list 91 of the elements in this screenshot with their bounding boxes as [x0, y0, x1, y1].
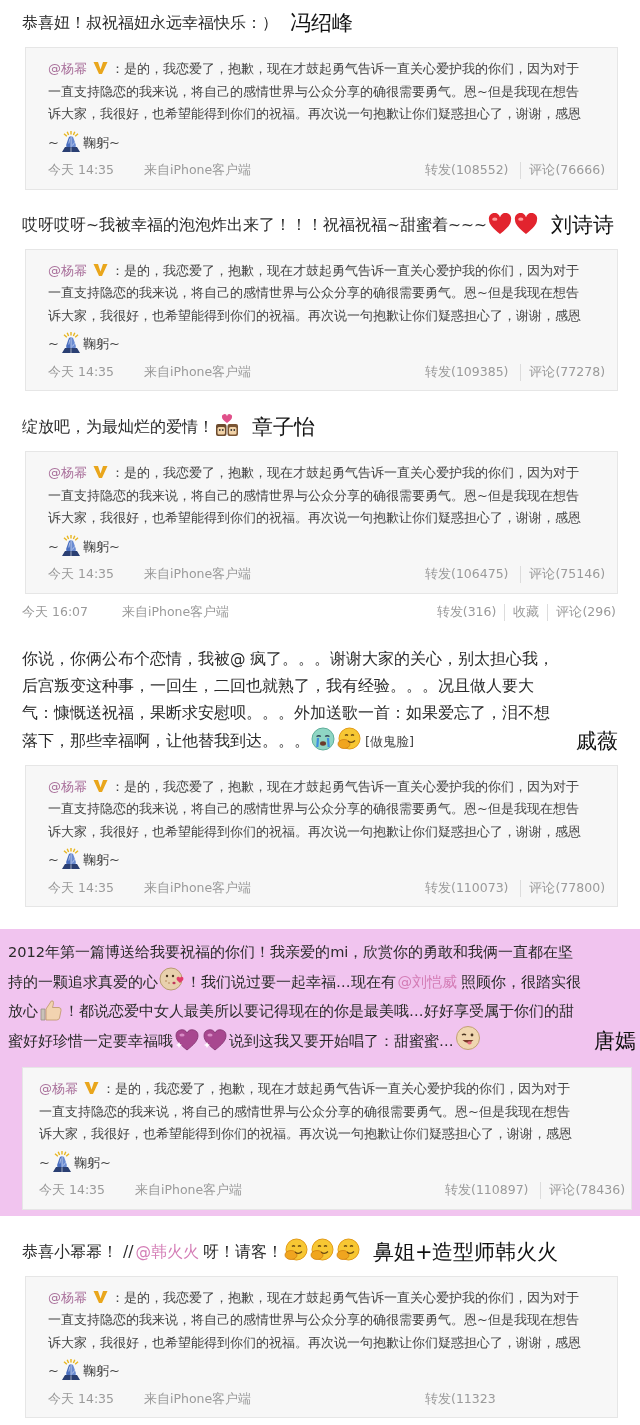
crying-face-icon [311, 726, 335, 751]
post-time: 今天 14:35 [48, 566, 114, 583]
mention-link[interactable]: @韩火火 [135, 1242, 199, 1261]
repost-text: ~ [48, 537, 59, 556]
repost-text: 鞠躬~ [73, 1153, 111, 1172]
post-time: 今天 14:35 [48, 879, 114, 897]
mention-link[interactable]: @刘恺威 [397, 973, 458, 990]
author-link[interactable]: @杨幂 [39, 1081, 78, 1096]
action-link[interactable]: 转发(11323 [425, 1390, 496, 1408]
heart-icon [487, 212, 512, 235]
repost-text: @杨幂 ：是的，我恋爱了，抱歉，现在才鼓起勇气告诉一直关心爱护我的你们，因为对于一直支持隐恋的我来说，将自己的感情世界与公众分享的确很需要勇气。恩~但是我现在想告诉大家，我很好，也希望能得到你们的祝福。再次说一句抱歉让你们疑惑担心了，谢谢，感恩 [48, 261, 582, 325]
action-link[interactable]: 转发(108552) [425, 162, 509, 179]
celebrity-name: 章子怡 [252, 414, 315, 441]
repost-text: @杨幂 ：是的，我恋爱了，抱歉，现在才鼓起勇气告诉一直关心爱护我的你们，因为对于一直支持隐恋的我来说，将自己的感情世界与公众分享的确很需要勇气。恩~但是我现在想告诉大家，我很好，也希望能得到你们的祝福。再次说一句抱歉让你们疑惑担心了，谢谢，感恩 [39, 1080, 573, 1143]
post-time: 今天 16:07 [22, 604, 88, 621]
action-link[interactable]: 评论(75146) [520, 566, 605, 583]
verified-badge-icon [93, 61, 108, 75]
celebrity-name: 刘诗诗 [550, 211, 614, 239]
action-link[interactable]: 收藏 [504, 604, 540, 621]
verified-badge-icon [93, 1289, 108, 1304]
author-link[interactable]: @杨幂 [48, 61, 87, 76]
giggling-face-icon [309, 1237, 334, 1262]
post-time: 今天 14:35 [48, 1390, 114, 1408]
verified-badge-icon [93, 262, 108, 277]
heart-icon [513, 212, 538, 235]
repost-text: ~ [48, 851, 59, 869]
celebrity-name: 戚薇 [576, 727, 618, 755]
author-link[interactable]: @杨幂 [48, 262, 87, 278]
author-link[interactable]: @杨幂 [48, 778, 87, 794]
action-link[interactable]: 转发(109385) [425, 363, 509, 381]
comment-text: 2012年第一篇博送给我要祝福的你们！我亲爱的mi，欣赏你的勇敢和我俩一直都在坚持的一颗追求真爱的心 ！我们说过要一起幸福…现在有@刘恺威 照顾你，很踏实很放心 ！都说恋爱中女人最美所以要记得现在的你是最美哦…好好享受属于你们的甜蜜好好珍惜一定要幸福哦 说到这我又要开始唱了：甜蜜蜜… [8, 942, 583, 1053]
post-time: 今天 14:35 [39, 1182, 105, 1199]
post-source: 来自iPhone客户端 [135, 1182, 243, 1199]
repost-text: 鞠躬~ [82, 335, 120, 353]
repost-text: @杨幂 ：是的，我恋爱了，抱歉，现在才鼓起勇气告诉一直关心爱护我的你们，因为对于一直支持隐恋的我来说，将自己的感情世界与公众分享的确很需要勇气。恩~但是我现在想告诉大家，我很好，也希望能得到你们的祝福。再次说一句抱歉让你们疑惑担心了，谢谢，感恩 [48, 777, 582, 841]
praying-hands-icon [59, 332, 82, 353]
thumbs-up-icon [39, 999, 63, 1021]
verified-badge-icon [84, 1081, 99, 1095]
winking-face-icon [454, 1025, 481, 1051]
verified-badge-icon [93, 778, 108, 793]
post-source: 来自iPhone客户端 [144, 1390, 252, 1408]
post-source: 来自iPhone客户端 [144, 363, 252, 381]
post-time: 今天 14:35 [48, 162, 114, 179]
action-link[interactable]: 评论(76666) [520, 162, 605, 179]
post-time: 今天 14:35 [48, 363, 114, 381]
praying-hands-icon [59, 130, 82, 152]
action-link[interactable]: 评论(77800) [520, 879, 605, 897]
praying-hands-icon [59, 1359, 82, 1380]
repost-text: 鞠躬~ [82, 133, 120, 152]
celebrity-name: 冯绍峰 [290, 10, 353, 37]
sparkling-heart-icon [174, 1027, 200, 1051]
praying-hands-icon [50, 1150, 73, 1172]
action-link[interactable]: 转发(316) [436, 604, 497, 621]
action-link[interactable]: 评论(78436) [540, 1182, 625, 1199]
praying-hands-icon [59, 534, 82, 556]
giggling-face-icon [337, 726, 361, 751]
celebrity-name: 鼻姐+造型师韩火火 [372, 1238, 559, 1266]
repost-text: ~ [48, 335, 59, 353]
post-source: 来自iPhone客户端 [144, 566, 252, 583]
comment-text: 恭喜小幂幂！ //@韩火火 呀！请客！ [22, 1237, 361, 1266]
praying-hands-icon [59, 848, 82, 869]
repost-text: ~ [39, 1153, 50, 1172]
action-link[interactable]: 评论(296) [547, 604, 616, 621]
kissing-face-icon [159, 966, 185, 992]
giggling-face-icon [335, 1237, 360, 1262]
giggling-face-icon [283, 1237, 308, 1262]
repost-text: ~ [48, 133, 59, 152]
post-source: 来自iPhone客户端 [122, 604, 230, 621]
author-link[interactable]: @杨幂 [48, 465, 87, 480]
comment-text: 哎呀哎呀~我被幸福的泡泡炸出来了！！！祝福祝福~甜蜜着~~~ [22, 211, 539, 239]
repost-text: 鞠躬~ [82, 1362, 120, 1380]
repost-text: @杨幂 ：是的，我恋爱了，抱歉，现在才鼓起勇气告诉一直关心爱护我的你们，因为对于一直支持隐恋的我来说，将自己的感情世界与公众分享的确很需要勇气。恩~但是我现在想告诉大家，我很好，也希望能得到你们的祝福。再次说一句抱歉让你们疑惑担心了，谢谢，感恩 [48, 60, 582, 123]
repost-text: 鞠躬~ [82, 537, 120, 556]
action-link[interactable]: 转发(110073) [425, 879, 509, 897]
comment-text: 你说，你俩公布个恋情，我被@ 疯了。。。谢谢大家的关心，别太担心我，后宫叛变这种事，一回生，二回也就熟了，我有经验。。。况且做人要大气：慷慨送祝福，果断求安慰呗。。。外加送歌一首：如果爱忘了，泪不想落下，那些幸福啊，让他替我到达。。。 [做鬼脸] [22, 648, 556, 753]
repost-text: 鞠躬~ [82, 851, 120, 869]
action-link[interactable]: 转发(110897) [445, 1182, 529, 1199]
action-link[interactable]: 评论(77278) [520, 363, 605, 381]
comment-text: 绽放吧，为最灿烂的爱情！ [22, 413, 240, 441]
post-source: 来自iPhone客户端 [144, 162, 252, 179]
couple-icon [215, 413, 239, 437]
comment-text: 恭喜妞！叔祝福妞永远幸福快乐：） [22, 13, 278, 34]
post-source: 来自iPhone客户端 [144, 879, 252, 897]
celebrity-name: 唐嫣 [594, 1028, 636, 1055]
repost-text: @杨幂 ：是的，我恋爱了，抱歉，现在才鼓起勇气告诉一直关心爱护我的你们，因为对于一直支持隐恋的我来说，将自己的感情世界与公众分享的确很需要勇气。恩~但是我现在想告诉大家，我很好，也希望能得到你们的祝福。再次说一句抱歉让你们疑惑担心了，谢谢，感恩 [48, 464, 582, 527]
repost-text: @杨幂 ：是的，我恋爱了，抱歉，现在才鼓起勇气告诉一直关心爱护我的你们，因为对于一直支持隐恋的我来说，将自己的感情世界与公众分享的确很需要勇气。恩~但是我现在想告诉大家，我很好，也希望能得到你们的祝福。再次说一句抱歉让你们疑惑担心了，谢谢，感恩 [48, 1288, 582, 1352]
verified-badge-icon [93, 465, 108, 479]
author-link[interactable]: @杨幂 [48, 1289, 87, 1305]
sparkling-heart-icon [202, 1027, 228, 1051]
repost-text: ~ [48, 1362, 59, 1380]
action-link[interactable]: 转发(106475) [425, 566, 509, 583]
